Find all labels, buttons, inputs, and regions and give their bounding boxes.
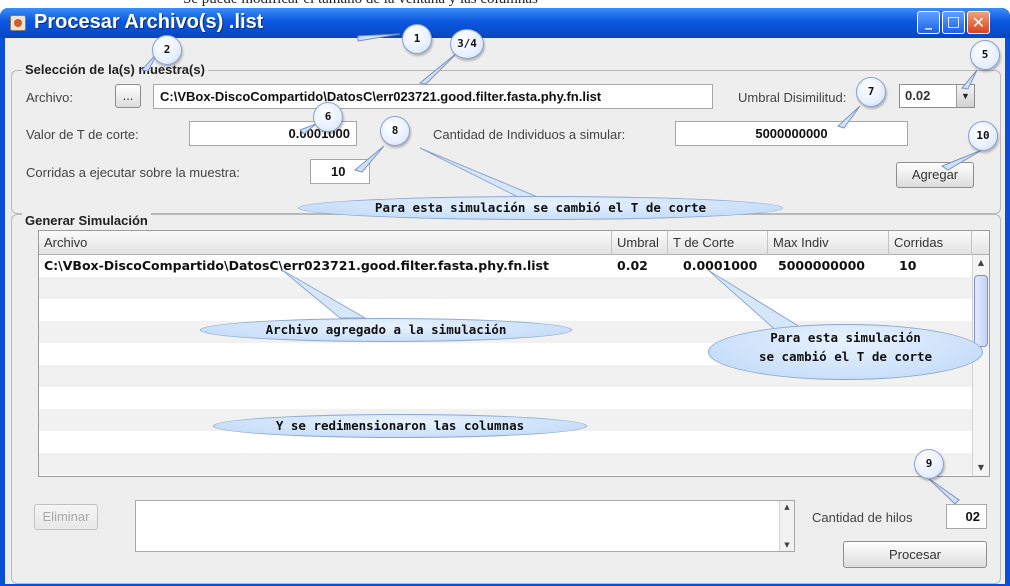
simulacion-group-title: Generar Simulación [22, 213, 151, 228]
marker-8: 8 [380, 116, 410, 146]
archivo-label: Archivo: [26, 90, 73, 105]
scroll-up-icon[interactable]: ▲ [973, 255, 989, 271]
tcorte-label: Valor de T de corte: [26, 127, 139, 142]
log-vertical-scrollbar[interactable]: ▲ ▼ [779, 501, 794, 551]
callout-tcorte-top: Para esta simulación se cambió el T de c… [298, 196, 783, 220]
cell-umbral: 0.02 [617, 258, 648, 273]
callout-tcorte-right-line1: Para esta simulación [770, 330, 921, 345]
corridas-label: Corridas a ejecutar sobre la muestra: [26, 165, 240, 180]
col-tcorte-header[interactable]: T de Corte [668, 231, 768, 255]
marker-3-4: 3/4 [450, 29, 484, 59]
marker-6: 6 [313, 102, 343, 132]
eliminar-button[interactable]: Eliminar [34, 504, 98, 530]
marker-10: 10 [968, 121, 998, 151]
background-caption-text: Se puede modificar el tamaño de la venta… [183, 0, 538, 8]
marker-7: 7 [856, 77, 886, 107]
scroll-down-icon[interactable]: ▼ [973, 460, 989, 476]
marker-5: 5 [970, 40, 1000, 70]
umbral-selected-value: 0.02 [905, 88, 931, 103]
marker-1: 1 [402, 24, 432, 54]
java-app-icon [10, 15, 26, 31]
marker-2: 2 [152, 35, 182, 65]
callout-tcorte-right: Para esta simulación se cambió el T de c… [708, 324, 983, 380]
hilos-field[interactable]: 02 [946, 504, 987, 529]
seleccion-group-title: Selección de la(s) muestra(s) [22, 62, 208, 77]
title-bar[interactable]: Procesar Archivo(s) .list _ □ ✕ [0, 8, 1010, 38]
chevron-down-icon[interactable]: ▼ [956, 85, 974, 107]
hilos-label: Cantidad de hilos [812, 510, 913, 525]
callout-archivo-agregado: Archivo agregado a la simulación [200, 318, 572, 342]
col-maxindiv-header[interactable]: Max Indiv [768, 231, 889, 255]
table-header: Archivo Umbral T de Corte Max Indiv Corr… [39, 231, 989, 255]
marker-9: 9 [914, 449, 944, 479]
col-archivo-header[interactable]: Archivo [39, 231, 612, 255]
agregar-button[interactable]: Agregar [896, 162, 974, 188]
individuos-field[interactable]: 5000000000 [675, 121, 908, 146]
archivo-path-field[interactable]: C:\VBox-DiscoCompartido\DatosC\err023721… [153, 84, 713, 109]
cell-corridas: 10 [899, 258, 917, 273]
callout-tcorte-right-line2: se cambió el T de corte [758, 349, 933, 364]
umbral-disimilitud-select[interactable]: 0.02 ▼ [899, 84, 975, 108]
umbral-disimilitud-label: Umbral Disimilitud: [738, 90, 847, 105]
scroll-up-icon[interactable]: ▲ [780, 501, 794, 513]
cell-maxindiv: 5000000000 [778, 258, 865, 273]
browse-file-button[interactable]: ... [115, 84, 141, 108]
procesar-button[interactable]: Procesar [843, 541, 987, 568]
window-content: Selección de la(s) muestra(s) Archivo: .… [5, 38, 1005, 584]
col-corridas-header[interactable]: Corridas [889, 231, 972, 255]
table-row[interactable]: C:\VBox-DiscoCompartido\DatosC\err023721… [39, 255, 972, 277]
scroll-down-icon[interactable]: ▼ [780, 539, 794, 551]
callout-columnas: Y se redimensionaron las columnas [213, 414, 587, 438]
individuos-label: Cantidad de Individuos a simular: [433, 127, 626, 142]
maximize-button[interactable]: □ [942, 11, 965, 34]
log-textarea[interactable]: ▲ ▼ [135, 500, 795, 552]
cell-tcorte: 0.0001000 [683, 258, 758, 273]
close-button[interactable]: ✕ [967, 11, 990, 34]
col-umbral-header[interactable]: Umbral [612, 231, 668, 255]
corridas-field[interactable]: 10 [310, 159, 370, 184]
minimize-button[interactable]: _ [917, 11, 940, 34]
window-title: Procesar Archivo(s) .list [34, 11, 264, 33]
cell-archivo: C:\VBox-DiscoCompartido\DatosC\err023721… [44, 258, 549, 273]
